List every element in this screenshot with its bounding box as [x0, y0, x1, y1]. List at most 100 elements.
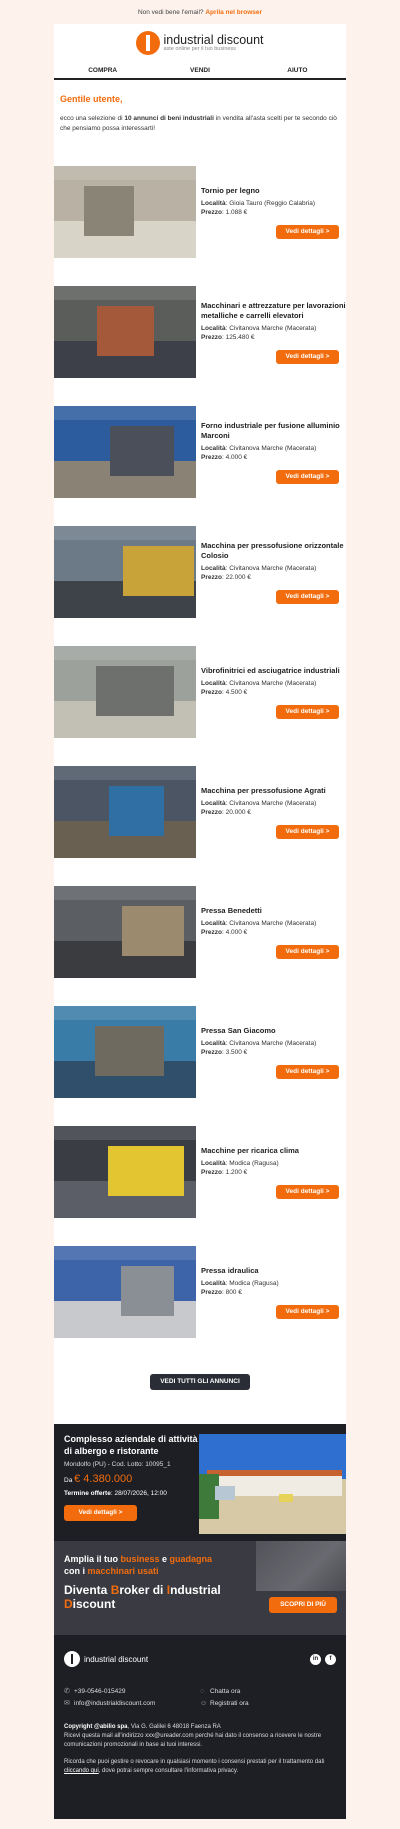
facebook-icon[interactable]: f: [325, 1653, 336, 1665]
ad-details-button[interactable]: Vedi dettagli >: [276, 944, 339, 959]
broker-promo: Amplia il tuo business e guadagna con i …: [54, 1541, 346, 1635]
ad-location: Località: Civitanova Marche (Macerata): [201, 564, 317, 572]
ad-title[interactable]: Forno industriale per fusione alluminio …: [201, 421, 346, 441]
ad-item: Pressa idraulica Località: Modica (Ragusa…: [54, 1246, 346, 1366]
ad-title[interactable]: Pressa idraulica: [201, 1266, 346, 1276]
nav-vendi[interactable]: VENDI: [151, 62, 248, 78]
ads-list: Tornio per legno Località: Gioia Tauro (R…: [54, 166, 346, 1366]
intro-text: ecco una selezione di 10 annunci di beni…: [60, 115, 337, 132]
ad-location: Località: Civitanova Marche (Macerata): [201, 799, 317, 807]
ad-item: Tornio per legno Località: Gioia Tauro (R…: [54, 166, 346, 286]
footer-logo[interactable]: industrial discount: [64, 1651, 148, 1667]
featured-location: Mondolfo (PU) - Cod. Lotto: 10095_1: [64, 1461, 171, 1468]
featured-details-button[interactable]: Vedi dettagli >: [64, 1505, 137, 1521]
all-ads-section: VEDI TUTTI GLI ANNUNCI: [54, 1366, 346, 1424]
ad-details-button[interactable]: Vedi dettagli >: [276, 824, 339, 839]
ad-price: Prezzo: 4.500 €: [201, 688, 248, 696]
ad-image[interactable]: [54, 286, 196, 378]
footer: industrial discount in f ✆ +39-0546-01542…: [54, 1635, 346, 1819]
ad-details-button[interactable]: Vedi dettagli >: [276, 349, 339, 364]
ad-location: Località: Civitanova Marche (Macerata): [201, 444, 317, 452]
footer-logo-icon: [64, 1651, 80, 1667]
ad-location: Località: Modica (Ragusa): [201, 1159, 279, 1167]
user-icon: ☺: [200, 1699, 208, 1707]
featured-deadline: Termine offerte: 28/07/2026, 12:00: [64, 1490, 167, 1497]
email-contact[interactable]: ✉ info@industrialdiscount.com: [64, 1697, 200, 1709]
nav-compra[interactable]: COMPRA: [54, 62, 151, 78]
manage-consent-link[interactable]: cliccando qui: [64, 1768, 99, 1774]
ad-location: Località: Modica (Ragusa): [201, 1279, 279, 1287]
chat-icon: ◌: [200, 1687, 205, 1695]
ad-image[interactable]: [54, 1246, 196, 1338]
ad-item: Macchina per pressofusione Agrati Localit…: [54, 766, 346, 886]
ad-price: Prezzo: 1.200 €: [201, 1168, 248, 1176]
featured-lot: Complesso aziendale di attività di alber…: [54, 1424, 346, 1541]
promo-headline: Amplia il tuo business e guadagna con i …: [64, 1554, 213, 1576]
view-all-ads-button[interactable]: VEDI TUTTI GLI ANNUNCI: [150, 1374, 250, 1390]
ad-image[interactable]: [54, 646, 196, 738]
ad-details-button[interactable]: Vedi dettagli >: [276, 1304, 339, 1319]
ad-image[interactable]: [54, 526, 196, 618]
ad-location: Località: Civitanova Marche (Macerata): [201, 919, 317, 927]
chat-link[interactable]: ◌ Chatta ora: [200, 1685, 336, 1697]
ad-item: Pressa Benedetti Località: Civitanova Mar…: [54, 886, 346, 1006]
ad-title[interactable]: Vibrofinitrici ed asciugatrice industria…: [201, 666, 346, 676]
ad-price: Prezzo: 22.000 €: [201, 573, 251, 581]
ad-item: Macchina per pressofusione orizzontale C…: [54, 526, 346, 646]
contacts: ✆ +39-0546-015429 ✉ info@industrialdiscoun…: [64, 1685, 336, 1709]
ad-price: Prezzo: 4.000 €: [201, 928, 248, 936]
ad-location: Località: Gioia Tauro (Reggio Calabria): [201, 199, 316, 207]
open-in-browser-link[interactable]: Aprila nel browser: [205, 9, 262, 16]
featured-image[interactable]: [199, 1434, 346, 1534]
promo-subheadline: Diventa Broker di Industrial Discount: [64, 1583, 221, 1611]
ad-title[interactable]: Macchina per pressofusione Agrati: [201, 786, 346, 796]
featured-price: Da € 4.380.000: [64, 1473, 133, 1485]
ad-item: Vibrofinitrici ed asciugatrice industria…: [54, 646, 346, 766]
brand-name: industrial discount: [163, 32, 264, 47]
ad-details-button[interactable]: Vedi dettagli >: [276, 1184, 339, 1199]
ad-item: Macchinari e attrezzature per lavorazion…: [54, 286, 346, 406]
linkedin-icon[interactable]: in: [310, 1653, 321, 1665]
ad-title[interactable]: Tornio per legno: [201, 186, 346, 196]
footer-brand-name: industrial discount: [84, 1654, 149, 1664]
brand-tagline: aste online per il tuo business: [163, 46, 236, 52]
ad-image[interactable]: [54, 166, 196, 258]
ad-image[interactable]: [54, 766, 196, 858]
social-links: in f: [310, 1653, 336, 1665]
featured-title: Complesso aziendale di attività di alber…: [64, 1434, 198, 1456]
legal-text: Copyright @abilio spa, Via G. Galilei 6 …: [64, 1724, 322, 1748]
ad-image[interactable]: [54, 1006, 196, 1098]
ad-details-button[interactable]: Vedi dettagli >: [276, 589, 339, 604]
privacy-text: Ricorda che puoi gestire o revocare in q…: [64, 1759, 325, 1774]
email-container: industrial discount aste online per il t…: [54, 24, 346, 1819]
brand-logo[interactable]: industrial discount aste online per il t…: [136, 31, 264, 55]
topbar-text: Non vedi bene l'email?: [137, 9, 204, 16]
main-nav: COMPRA VENDI AIUTO: [54, 62, 346, 80]
phone-contact[interactable]: ✆ +39-0546-015429: [64, 1685, 200, 1697]
ad-price: Prezzo: 3.500 €: [201, 1048, 248, 1056]
ad-price: Prezzo: 4.000 €: [201, 453, 248, 461]
ad-title[interactable]: Pressa San Giacomo: [201, 1026, 346, 1036]
nav-aiuto[interactable]: AIUTO: [249, 62, 346, 78]
ad-image[interactable]: [54, 406, 196, 498]
ad-image[interactable]: [54, 1126, 196, 1218]
phone-icon: ✆: [64, 1688, 70, 1695]
ad-details-button[interactable]: Vedi dettagli >: [276, 469, 339, 484]
ad-title[interactable]: Macchine per ricarica clima: [201, 1146, 346, 1156]
ad-location: Località: Civitanova Marche (Macerata): [201, 324, 317, 332]
ad-details-button[interactable]: Vedi dettagli >: [276, 704, 339, 719]
ad-image[interactable]: [54, 886, 196, 978]
ad-location: Località: Civitanova Marche (Macerata): [201, 679, 317, 687]
ad-price: Prezzo: 125.480 €: [201, 333, 255, 341]
ad-title[interactable]: Macchinari e attrezzature per lavorazion…: [201, 301, 346, 321]
greeting: Gentile utente,: [60, 94, 123, 104]
discover-more-button[interactable]: SCOPRI DI PIÙ: [269, 1597, 337, 1613]
ad-details-button[interactable]: Vedi dettagli >: [276, 1064, 339, 1079]
intro: Gentile utente, ecco una selezione di 10…: [54, 80, 346, 166]
ad-title[interactable]: Macchina per pressofusione orizzontale C…: [201, 541, 346, 561]
mail-icon: ✉: [64, 1700, 70, 1707]
ad-details-button[interactable]: Vedi dettagli >: [276, 224, 339, 239]
ad-title[interactable]: Pressa Benedetti: [201, 906, 346, 916]
header: industrial discount aste online per il t…: [54, 24, 346, 62]
register-link[interactable]: ☺ Registrati ora: [200, 1697, 336, 1709]
